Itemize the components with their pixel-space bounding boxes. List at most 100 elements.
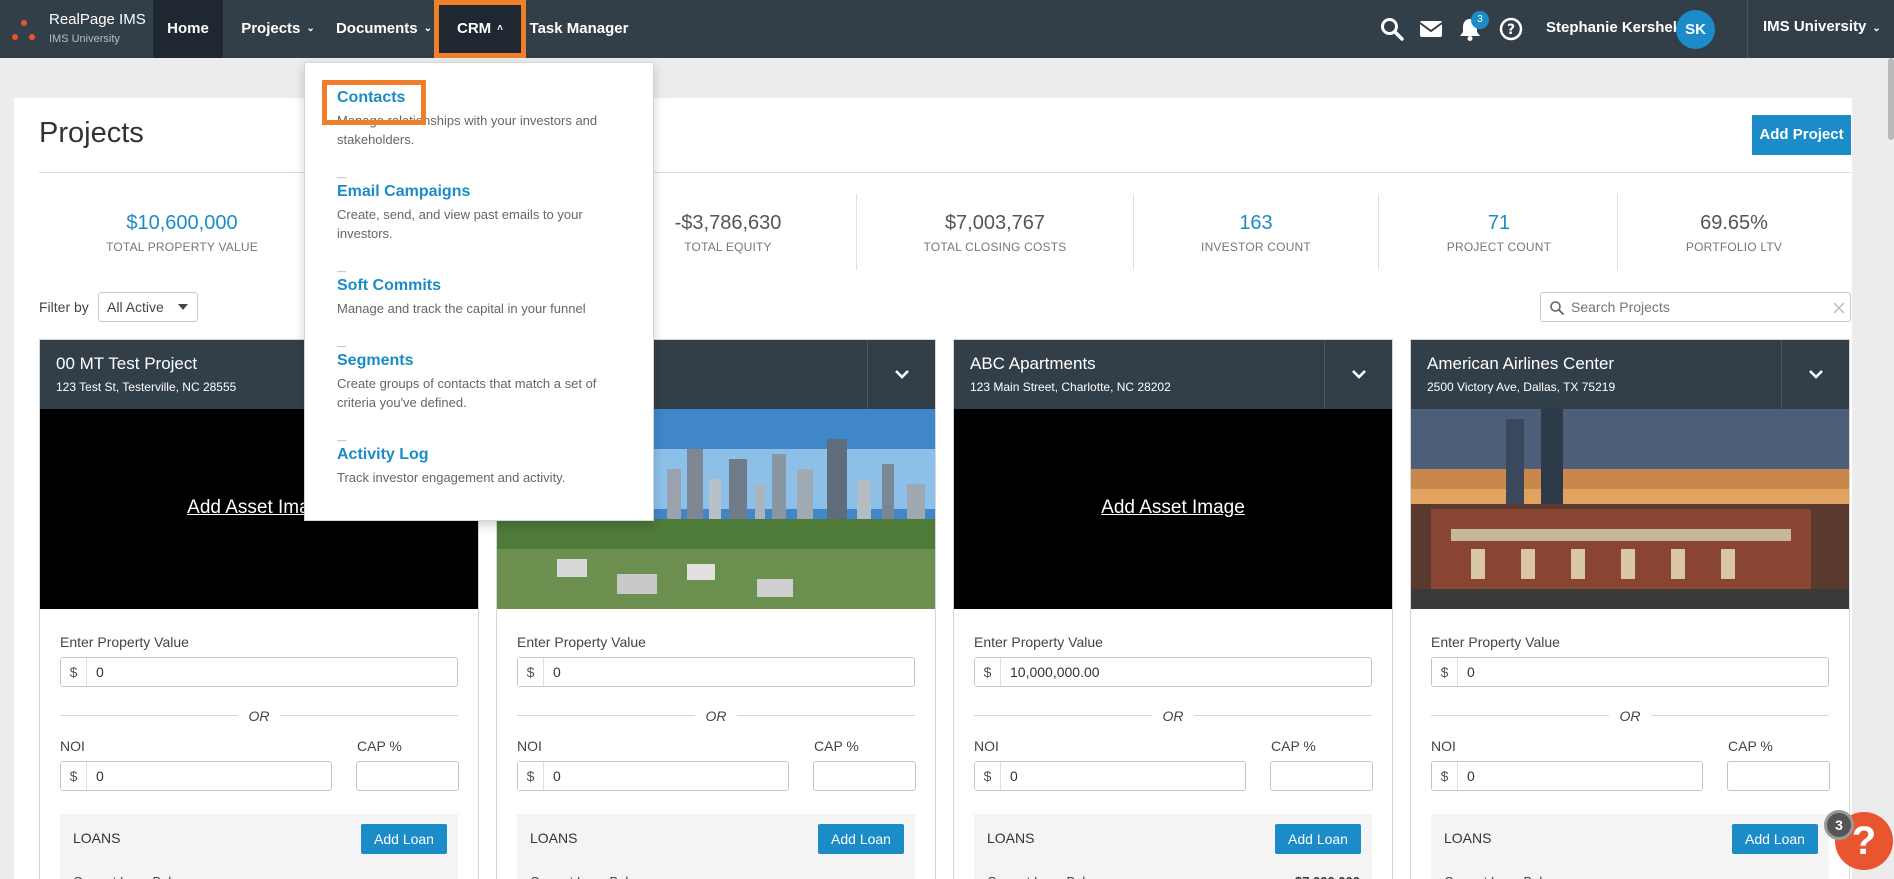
chevron-down-icon xyxy=(895,370,909,379)
currency-addon: $ xyxy=(61,762,87,790)
nav-documents[interactable]: Documents ⌄ xyxy=(328,0,440,58)
loan-balance-label: Current Loan Balance xyxy=(73,874,199,879)
stat-label: TOTAL PROPERTY VALUE xyxy=(106,240,258,254)
noi-value: 0 xyxy=(1467,768,1475,784)
crm-menu-item[interactable]: — Activity Log Track investor engagement a… xyxy=(337,436,637,487)
property-value-input[interactable]: $0 xyxy=(1431,657,1829,687)
crm-menu-title[interactable]: Activity Log xyxy=(337,446,637,464)
or-divider: OR xyxy=(517,708,915,724)
org-name: IMS University xyxy=(1763,18,1867,35)
cap-input[interactable] xyxy=(1727,761,1830,791)
noi-value: 0 xyxy=(1010,768,1018,784)
noi-input[interactable]: $0 xyxy=(974,761,1246,791)
filter-value: All Active xyxy=(107,299,164,315)
stat-0: $10,600,000 TOTAL PROPERTY VALUE xyxy=(62,212,302,254)
stat-2: $7,003,767 TOTAL CLOSING COSTS xyxy=(875,212,1115,254)
stat-label: PORTFOLIO LTV xyxy=(1685,240,1783,254)
search-icon xyxy=(1550,301,1564,315)
crm-menu-title[interactable]: Soft Commits xyxy=(337,277,637,295)
project-card[interactable]: ABC Apartments 123 Main Street, Charlotte… xyxy=(953,339,1393,879)
filter-select[interactable]: All Active xyxy=(98,292,198,322)
loan-balance-label: Current Loan Balance xyxy=(987,874,1113,879)
crm-menu-title[interactable]: Segments xyxy=(337,352,637,370)
cap-label: CAP % xyxy=(1728,738,1773,754)
nav-task-manager-label: Task Manager xyxy=(529,20,629,37)
avatar[interactable]: SK xyxy=(1676,10,1715,49)
or-divider: OR xyxy=(60,708,458,724)
property-value-input[interactable]: $0 xyxy=(517,657,915,687)
add-loan-button[interactable]: Add Loan xyxy=(1275,824,1361,854)
stat-divider xyxy=(1133,194,1134,270)
add-asset-image-link[interactable]: Add Asset Image xyxy=(954,497,1392,519)
nav-projects[interactable]: Projects ⌄ xyxy=(228,0,328,58)
project-name[interactable]: American Airlines Center xyxy=(1427,354,1614,374)
noi-input[interactable]: $0 xyxy=(60,761,332,791)
nav-home[interactable]: Home xyxy=(153,0,223,58)
crm-menu-title[interactable]: Email Campaigns xyxy=(337,183,637,201)
menu-dash: — xyxy=(337,341,346,351)
stat-label: TOTAL CLOSING COSTS xyxy=(923,240,1067,254)
menu-dash: — xyxy=(337,172,346,182)
clear-icon[interactable] xyxy=(1831,300,1847,316)
nav-task-manager[interactable]: Task Manager xyxy=(528,0,630,58)
chevron-down-icon: ⌄ xyxy=(306,23,315,35)
card-toggle[interactable] xyxy=(1324,340,1392,409)
noi-label: NOI xyxy=(1431,738,1456,754)
loans-section: LOANS Add Loan Current Loan Balance $7,000,… xyxy=(974,814,1372,879)
scrollbar[interactable] xyxy=(1888,58,1894,140)
noi-label: NOI xyxy=(60,738,85,754)
loans-section: LOANS Add Loan Current Loan Balance xyxy=(517,814,915,879)
add-project-button[interactable]: Add Project xyxy=(1752,115,1851,155)
search-input[interactable] xyxy=(1571,298,1811,316)
stat-divider xyxy=(1378,194,1379,270)
search-icon[interactable] xyxy=(1379,16,1405,42)
page-title: Projects xyxy=(39,117,144,149)
noi-label: NOI xyxy=(517,738,542,754)
menu-dash: — xyxy=(337,266,346,276)
stat-3: 163 INVESTOR COUNT xyxy=(1136,212,1376,254)
crm-menu-item[interactable]: — Email Campaigns Create, send, and view p… xyxy=(337,173,637,243)
noi-input[interactable]: $0 xyxy=(517,761,789,791)
stat-value: 71 xyxy=(1487,212,1511,234)
stat-label: INVESTOR COUNT xyxy=(1201,240,1311,254)
card-toggle[interactable] xyxy=(867,340,935,409)
cap-input[interactable] xyxy=(813,761,916,791)
cap-input[interactable] xyxy=(1270,761,1373,791)
add-loan-button[interactable]: Add Loan xyxy=(818,824,904,854)
currency-addon: $ xyxy=(975,658,1001,686)
mail-icon[interactable] xyxy=(1418,16,1444,42)
cap-input[interactable] xyxy=(356,761,459,791)
project-card[interactable]: American Airlines Center 2500 Victory Ave… xyxy=(1410,339,1850,879)
noi-input[interactable]: $0 xyxy=(1431,761,1703,791)
property-value-input[interactable]: $10,000,000.00 xyxy=(974,657,1372,687)
org-switcher[interactable]: IMS University ⌄ xyxy=(1763,18,1881,35)
currency-addon: $ xyxy=(1432,762,1458,790)
nav-home-label: Home xyxy=(167,20,209,37)
or-label: OR xyxy=(705,708,727,724)
project-name[interactable]: 00 MT Test Project xyxy=(56,354,197,374)
loan-balance-label: Current Loan Balance xyxy=(530,874,656,879)
add-loan-button[interactable]: Add Loan xyxy=(1732,824,1818,854)
noi-label: NOI xyxy=(974,738,999,754)
stat-value: 163 xyxy=(1239,212,1273,234)
stat-value: $10,600,000 xyxy=(126,212,238,234)
brand-logo[interactable]: RealPage IMS IMS University xyxy=(12,10,152,50)
project-name[interactable]: ABC Apartments xyxy=(970,354,1096,374)
notification-badge: 3 xyxy=(1471,11,1489,29)
help-circle-icon[interactable]: ? xyxy=(1498,16,1524,42)
card-toggle[interactable] xyxy=(1781,340,1849,409)
user-name[interactable]: Stephanie Kershek xyxy=(1546,19,1681,36)
loans-title: LOANS xyxy=(73,830,121,846)
or-label: OR xyxy=(1162,708,1184,724)
crm-menu-item[interactable]: — Segments Create groups of contacts that … xyxy=(337,342,637,412)
crm-dropdown-menu: — Contacts Manage relationships with your … xyxy=(304,62,654,521)
brand-dots-icon xyxy=(12,20,40,42)
add-loan-button[interactable]: Add Loan xyxy=(361,824,447,854)
property-value-input[interactable]: $0 xyxy=(60,657,458,687)
or-label: OR xyxy=(248,708,270,724)
nav-crm[interactable]: CRM ˄ xyxy=(434,0,526,58)
crm-menu-item[interactable]: — Soft Commits Manage and track the capita… xyxy=(337,267,637,318)
crm-menu-description: Track investor engagement and activity. xyxy=(337,470,566,485)
search-box[interactable] xyxy=(1540,292,1851,322)
or-divider: OR xyxy=(1431,708,1829,724)
